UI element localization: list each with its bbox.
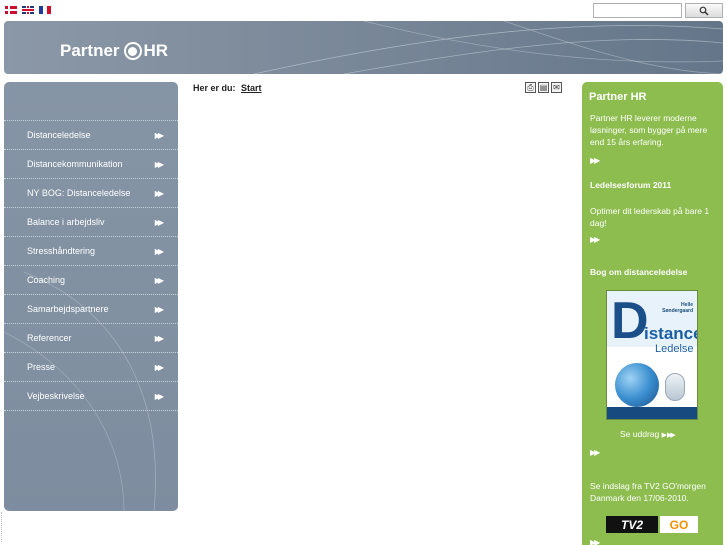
nav-item-balance[interactable]: Balance i arbejdsliv ▶▶ [4,208,178,237]
magnifier-icon [699,6,709,16]
double-arrow-icon: ▶▶ [667,432,676,439]
search-bar [593,3,723,18]
more-arrow-icon[interactable]: ▶▶ [590,235,600,244]
nav-item-referencer[interactable]: Referencer ▶▶ [4,324,178,353]
double-arrow-icon: ▶▶ [154,362,164,372]
tv-text: Se indslag fra TV2 GO'morgen Danmark den… [590,481,706,503]
nav-item-label: Balance i arbejdsliv [27,217,105,227]
right-sidebar-title: Partner HR [589,91,647,103]
computer-mouse-icon [665,373,685,401]
book-title: Bog om distanceledelse [590,267,688,277]
partnerhr-logo[interactable]: Partner HR [60,41,168,61]
logo-ring-icon [123,42,142,60]
book-word1: istance [644,324,698,343]
nav-item-label: Coaching [27,275,66,285]
nav-item-label: Distancekommunikation [27,159,123,169]
double-arrow-icon: ▶▶ [154,130,164,140]
nav-item-presse[interactable]: Presse ▶▶ [4,353,178,382]
double-arrow-icon: ▶▶ [154,333,164,343]
more-arrow-icon[interactable]: ▶▶ [590,156,600,165]
search-input[interactable] [593,3,682,18]
nav-item-samarbejdspartnere[interactable]: Samarbejdspartnere ▶▶ [4,295,178,324]
more-arrow-icon[interactable]: ▶▶ [590,448,600,457]
nav-item-stress[interactable]: Stresshåndtering ▶▶ [4,237,178,266]
nav-item-label: Distanceledelse [27,130,91,140]
breadcrumb: Her er du: Start [193,83,262,93]
nav-item-label: Stresshåndtering [27,246,96,256]
double-arrow-icon: ▶▶ [154,188,164,198]
search-button[interactable] [685,3,723,18]
nav-item-label: Vejbeskrivelse [27,391,85,401]
nav-menu: Distanceledelse ▶▶ Distancekommunikation ▶… [4,120,178,411]
nav-item-label: NY BOG: Distanceledelse [27,188,131,198]
double-arrow-icon: ▶▶ [154,159,164,169]
logo-text-left: Partner [60,41,120,60]
double-arrow-icon: ▶▶ [154,275,164,285]
forum-text: Optimer dit lederskab på bare 1 dag! [590,206,710,228]
save-icon[interactable]: ▤ [538,82,549,93]
excerpt-link[interactable]: Se uddrag ▶▶▶ [620,429,676,439]
breadcrumb-link-start[interactable]: Start [241,83,262,93]
double-arrow-icon: ▶▶ [154,246,164,256]
language-selector [5,6,51,14]
book-big-letter: D [611,292,649,350]
double-arrow-icon: ▶▶ [154,217,164,227]
uk-flag-icon[interactable] [22,6,34,14]
tv2-gomorgen-logo[interactable]: TV2 GO [606,516,698,533]
divider [1,512,3,542]
double-arrow-icon: ▶▶ [154,304,164,314]
breadcrumb-label: Her er du: [193,83,236,93]
print-icon[interactable]: ⎙ [525,82,536,93]
book-word2: Ledelse [655,343,694,355]
right-sidebar: Partner HR Partner HR leverer moderne lø… [582,82,723,545]
book-author: Helle Søndergaard [662,302,693,314]
nav-item-label: Presse [27,362,56,372]
nav-item-coaching[interactable]: Coaching ▶▶ [4,266,178,295]
intro-text: Partner HR leverer moderne løsninger, so… [590,113,708,147]
excerpt-link-label: Se uddrag [620,429,660,439]
french-flag-icon[interactable] [39,6,51,14]
nav-item-vejbeskrivelse[interactable]: Vejbeskrivelse ▶▶ [4,382,178,411]
header-banner: Partner HR [4,21,723,74]
book-cover-image[interactable]: Helle Søndergaard D istance Ledelse [606,290,698,420]
nav-item-distancekommunikation[interactable]: Distancekommunikation ▶▶ [4,150,178,179]
nav-item-label: Samarbejdspartnere [27,304,109,314]
forum-title: Ledelsesforum 2011 [590,180,672,190]
page-tools: ⎙ ▤ ✉ [525,82,562,93]
danish-flag-icon[interactable] [5,6,17,14]
tv2-logo: TV2 [606,516,658,533]
nav-item-ny-bog[interactable]: NY BOG: Distanceledelse ▶▶ [4,179,178,208]
globe-icon [615,363,659,407]
go-logo: GO [660,516,698,533]
more-arrow-icon[interactable]: ▶▶ [590,538,600,545]
logo-text-right: HR [143,41,169,60]
nav-item-distanceledelse[interactable]: Distanceledelse ▶▶ [4,121,178,150]
double-arrow-icon: ▶▶ [154,391,164,401]
left-navigation: Distanceledelse ▶▶ Distancekommunikation ▶… [4,82,178,511]
email-icon[interactable]: ✉ [551,82,562,93]
nav-item-label: Referencer [27,333,72,343]
book-author-last: Søndergaard [662,308,693,314]
